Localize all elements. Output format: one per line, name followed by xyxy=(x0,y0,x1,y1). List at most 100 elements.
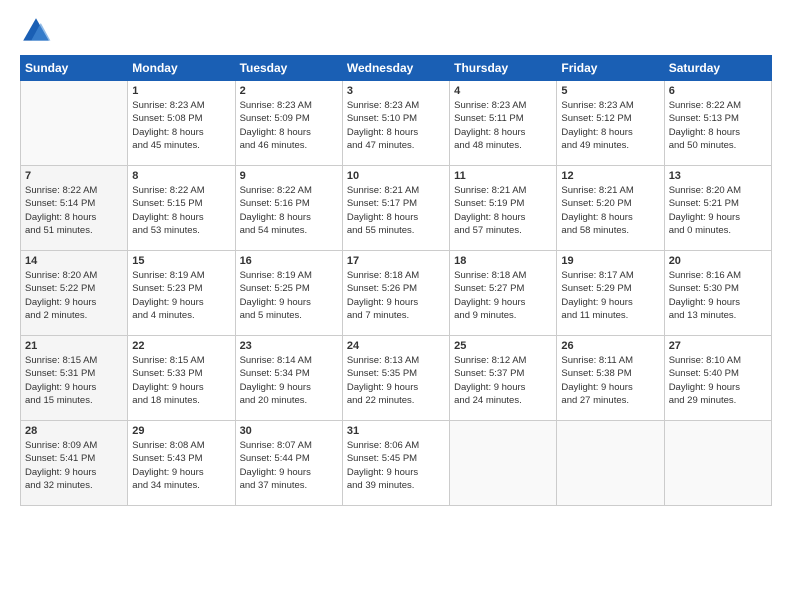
day-info: Sunrise: 8:09 AMSunset: 5:41 PMDaylight:… xyxy=(25,439,123,492)
day-info: Sunrise: 8:22 AMSunset: 5:15 PMDaylight:… xyxy=(132,184,230,237)
day-number: 23 xyxy=(240,340,338,352)
day-cell: 10Sunrise: 8:21 AMSunset: 5:17 PMDayligh… xyxy=(342,166,449,251)
day-number: 27 xyxy=(669,340,767,352)
weekday-header-monday: Monday xyxy=(128,56,235,81)
day-info: Sunrise: 8:15 AMSunset: 5:31 PMDaylight:… xyxy=(25,354,123,407)
day-cell: 2 Sunrise: 8:23 AMSunset: 5:09 PMDaylight… xyxy=(235,81,342,166)
day-info: Sunrise: 8:23 AMSunset: 5:09 PMDaylight:… xyxy=(240,99,338,152)
day-cell: 1Sunrise: 8:23 AMSunset: 5:08 PMDaylight… xyxy=(128,81,235,166)
day-info: Sunrise: 8:19 AMSunset: 5:25 PMDaylight:… xyxy=(240,269,338,322)
day-cell: 16 Sunrise: 8:19 AMSunset: 5:25 PMDayligh… xyxy=(235,251,342,336)
day-cell: 8 Sunrise: 8:22 AMSunset: 5:15 PMDaylight… xyxy=(128,166,235,251)
day-number: 20 xyxy=(669,255,767,267)
day-info: Sunrise: 8:12 AMSunset: 5:37 PMDaylight:… xyxy=(454,354,552,407)
day-info: Sunrise: 8:23 AMSunset: 5:10 PMDaylight:… xyxy=(347,99,445,152)
day-info: Sunrise: 8:17 AMSunset: 5:29 PMDaylight:… xyxy=(561,269,659,322)
day-number: 12 xyxy=(561,170,659,182)
day-number: 8 xyxy=(132,170,230,182)
day-cell: 19 Sunrise: 8:17 AMSunset: 5:29 PMDayligh… xyxy=(557,251,664,336)
week-row-1: 1Sunrise: 8:23 AMSunset: 5:08 PMDaylight… xyxy=(21,81,772,166)
day-info: Sunrise: 8:18 AMSunset: 5:27 PMDaylight:… xyxy=(454,269,552,322)
day-cell: 6Sunrise: 8:22 AMSunset: 5:13 PMDaylight… xyxy=(664,81,771,166)
day-number: 14 xyxy=(25,255,123,267)
weekday-header-saturday: Saturday xyxy=(664,56,771,81)
day-cell xyxy=(450,421,557,506)
calendar-table: SundayMondayTuesdayWednesdayThursdayFrid… xyxy=(20,55,772,506)
day-cell: 14 Sunrise: 8:20 AMSunset: 5:22 PMDayligh… xyxy=(21,251,128,336)
day-cell: 22 Sunrise: 8:15 AMSunset: 5:33 PMDayligh… xyxy=(128,336,235,421)
day-info: Sunrise: 8:23 AMSunset: 5:12 PMDaylight:… xyxy=(561,99,659,152)
weekday-header-sunday: Sunday xyxy=(21,56,128,81)
day-cell xyxy=(21,81,128,166)
week-row-5: 28Sunrise: 8:09 AMSunset: 5:41 PMDayligh… xyxy=(21,421,772,506)
day-number: 7 xyxy=(25,170,123,182)
day-number: 5 xyxy=(561,85,659,97)
day-number: 21 xyxy=(25,340,123,352)
day-number: 29 xyxy=(132,425,230,437)
day-info: Sunrise: 8:21 AMSunset: 5:20 PMDaylight:… xyxy=(561,184,659,237)
logo-icon xyxy=(20,15,52,47)
day-number: 13 xyxy=(669,170,767,182)
day-info: Sunrise: 8:21 AMSunset: 5:17 PMDaylight:… xyxy=(347,184,445,237)
day-cell: 17 Sunrise: 8:18 AMSunset: 5:26 PMDayligh… xyxy=(342,251,449,336)
day-info: Sunrise: 8:15 AMSunset: 5:33 PMDaylight:… xyxy=(132,354,230,407)
day-info: Sunrise: 8:22 AMSunset: 5:14 PMDaylight:… xyxy=(25,184,123,237)
day-cell: 3 Sunrise: 8:23 AMSunset: 5:10 PMDaylight… xyxy=(342,81,449,166)
day-cell: 18 Sunrise: 8:18 AMSunset: 5:27 PMDayligh… xyxy=(450,251,557,336)
day-cell: 9 Sunrise: 8:22 AMSunset: 5:16 PMDaylight… xyxy=(235,166,342,251)
header xyxy=(20,15,772,47)
day-cell: 29 Sunrise: 8:08 AMSunset: 5:43 PMDayligh… xyxy=(128,421,235,506)
day-info: Sunrise: 8:20 AMSunset: 5:22 PMDaylight:… xyxy=(25,269,123,322)
day-number: 31 xyxy=(347,425,445,437)
day-cell: 26 Sunrise: 8:11 AMSunset: 5:38 PMDayligh… xyxy=(557,336,664,421)
day-number: 24 xyxy=(347,340,445,352)
day-info: Sunrise: 8:22 AMSunset: 5:16 PMDaylight:… xyxy=(240,184,338,237)
day-cell: 13 Sunrise: 8:20 AMSunset: 5:21 PMDayligh… xyxy=(664,166,771,251)
day-number: 9 xyxy=(240,170,338,182)
day-number: 3 xyxy=(347,85,445,97)
day-cell xyxy=(557,421,664,506)
day-number: 19 xyxy=(561,255,659,267)
day-info: Sunrise: 8:08 AMSunset: 5:43 PMDaylight:… xyxy=(132,439,230,492)
day-cell: 15Sunrise: 8:19 AMSunset: 5:23 PMDayligh… xyxy=(128,251,235,336)
day-info: Sunrise: 8:11 AMSunset: 5:38 PMDaylight:… xyxy=(561,354,659,407)
page: SundayMondayTuesdayWednesdayThursdayFrid… xyxy=(0,0,792,612)
day-info: Sunrise: 8:21 AMSunset: 5:19 PMDaylight:… xyxy=(454,184,552,237)
day-number: 6 xyxy=(669,85,767,97)
day-number: 30 xyxy=(240,425,338,437)
day-cell: 21 Sunrise: 8:15 AMSunset: 5:31 PMDayligh… xyxy=(21,336,128,421)
day-number: 2 xyxy=(240,85,338,97)
week-row-4: 21 Sunrise: 8:15 AMSunset: 5:31 PMDayligh… xyxy=(21,336,772,421)
day-info: Sunrise: 8:20 AMSunset: 5:21 PMDaylight:… xyxy=(669,184,767,237)
day-info: Sunrise: 8:16 AMSunset: 5:30 PMDaylight:… xyxy=(669,269,767,322)
day-number: 17 xyxy=(347,255,445,267)
day-info: Sunrise: 8:13 AMSunset: 5:35 PMDaylight:… xyxy=(347,354,445,407)
day-number: 26 xyxy=(561,340,659,352)
weekday-header-row: SundayMondayTuesdayWednesdayThursdayFrid… xyxy=(21,56,772,81)
weekday-header-friday: Friday xyxy=(557,56,664,81)
day-number: 16 xyxy=(240,255,338,267)
day-cell: 12 Sunrise: 8:21 AMSunset: 5:20 PMDayligh… xyxy=(557,166,664,251)
weekday-header-wednesday: Wednesday xyxy=(342,56,449,81)
day-number: 22 xyxy=(132,340,230,352)
day-info: Sunrise: 8:06 AMSunset: 5:45 PMDaylight:… xyxy=(347,439,445,492)
weekday-header-thursday: Thursday xyxy=(450,56,557,81)
day-cell: 25Sunrise: 8:12 AMSunset: 5:37 PMDayligh… xyxy=(450,336,557,421)
day-cell: 30 Sunrise: 8:07 AMSunset: 5:44 PMDayligh… xyxy=(235,421,342,506)
day-number: 18 xyxy=(454,255,552,267)
logo xyxy=(20,15,56,47)
day-cell: 7 Sunrise: 8:22 AMSunset: 5:14 PMDaylight… xyxy=(21,166,128,251)
day-cell: 31 Sunrise: 8:06 AMSunset: 5:45 PMDayligh… xyxy=(342,421,449,506)
day-number: 4 xyxy=(454,85,552,97)
day-info: Sunrise: 8:07 AMSunset: 5:44 PMDaylight:… xyxy=(240,439,338,492)
week-row-3: 14 Sunrise: 8:20 AMSunset: 5:22 PMDayligh… xyxy=(21,251,772,336)
day-info: Sunrise: 8:14 AMSunset: 5:34 PMDaylight:… xyxy=(240,354,338,407)
day-cell xyxy=(664,421,771,506)
day-info: Sunrise: 8:23 AMSunset: 5:11 PMDaylight:… xyxy=(454,99,552,152)
day-info: Sunrise: 8:18 AMSunset: 5:26 PMDaylight:… xyxy=(347,269,445,322)
day-info: Sunrise: 8:10 AMSunset: 5:40 PMDaylight:… xyxy=(669,354,767,407)
week-row-2: 7 Sunrise: 8:22 AMSunset: 5:14 PMDaylight… xyxy=(21,166,772,251)
weekday-header-tuesday: Tuesday xyxy=(235,56,342,81)
day-number: 11 xyxy=(454,170,552,182)
day-number: 15 xyxy=(132,255,230,267)
